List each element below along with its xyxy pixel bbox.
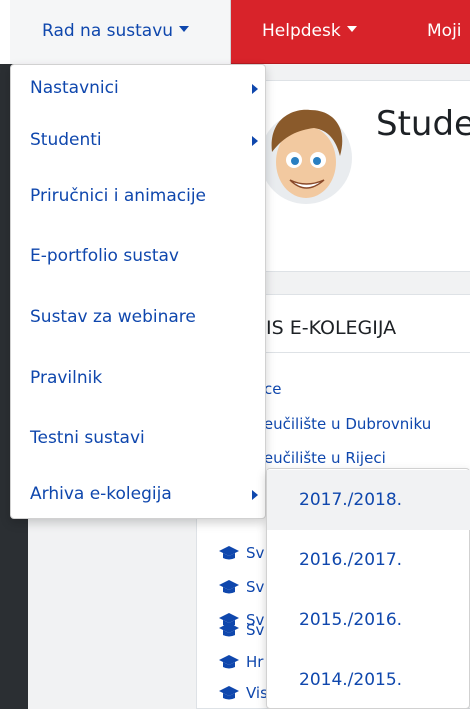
menu-item-testni-sustavi[interactable]: Testni sustavi: [30, 428, 145, 448]
nav-item-label: Helpdesk: [262, 21, 341, 41]
submenu-item-2015-2016[interactable]: 2015./2016.: [267, 590, 470, 650]
graduation-cap-icon: [219, 655, 239, 669]
menu-item-webinari[interactable]: Sustav za webinare: [30, 307, 196, 327]
menu-item-arhiva[interactable]: Arhiva e-kolegija: [30, 484, 172, 504]
course-link[interactable]: Sv: [246, 621, 264, 639]
nav-item-label: Rad na sustavu: [42, 21, 174, 41]
course-link[interactable]: Sv: [246, 578, 264, 596]
menu-item-pravilnik[interactable]: Pravilnik: [30, 368, 102, 388]
nav-item-moji[interactable]: Moji: [427, 0, 462, 64]
menu-item-prirucnici[interactable]: Priručnici i animacije: [30, 186, 206, 206]
course-link[interactable]: veučilište u Rijeci: [255, 449, 386, 467]
nav-item-helpdesk[interactable]: Helpdesk: [262, 0, 357, 64]
profile-title: Stude: [376, 104, 470, 144]
menu-item-studenti[interactable]: Studenti: [30, 130, 102, 150]
graduation-cap-icon: [219, 580, 239, 594]
avatar: [260, 109, 352, 204]
top-navbar: Rad na sustavu Helpdesk Moji: [0, 0, 470, 64]
menu-item-nastavnici[interactable]: Nastavnici: [30, 78, 119, 98]
navbar-left-edge: [0, 0, 10, 64]
course-link[interactable]: Vis: [246, 684, 268, 702]
course-link[interactable]: veučilište u Dubrovniku: [255, 415, 431, 433]
chevron-right-icon: [252, 490, 258, 500]
caret-down-icon: [179, 26, 190, 32]
course-link[interactable]: Sv: [246, 544, 264, 562]
menu-item-e-portfolio[interactable]: E-portfolio sustav: [30, 246, 179, 266]
submenu-item-2017-2018[interactable]: 2017./2018.: [267, 470, 470, 530]
chevron-right-icon: [252, 136, 258, 146]
graduation-cap-icon: [219, 686, 239, 700]
arhiva-submenu: 2017./2018. 2016./2017. 2015./2016. 2014…: [266, 468, 470, 709]
caret-down-icon: [346, 26, 357, 32]
graduation-cap-icon: [219, 546, 239, 560]
chevron-right-icon: [252, 84, 258, 94]
nav-item-rad-na-sustavu[interactable]: Rad na sustavu: [10, 0, 231, 64]
courses-header: IS E-KOLEGIJA: [266, 317, 397, 339]
course-link[interactable]: Hr: [246, 653, 263, 671]
course-link[interactable]: ce: [264, 380, 281, 398]
submenu-item-2014-2015[interactable]: 2014./2015.: [267, 650, 470, 709]
graduation-cap-icon: [219, 623, 239, 637]
submenu-item-2016-2017[interactable]: 2016./2017.: [267, 530, 470, 590]
nav-item-label: Moji: [427, 21, 462, 41]
